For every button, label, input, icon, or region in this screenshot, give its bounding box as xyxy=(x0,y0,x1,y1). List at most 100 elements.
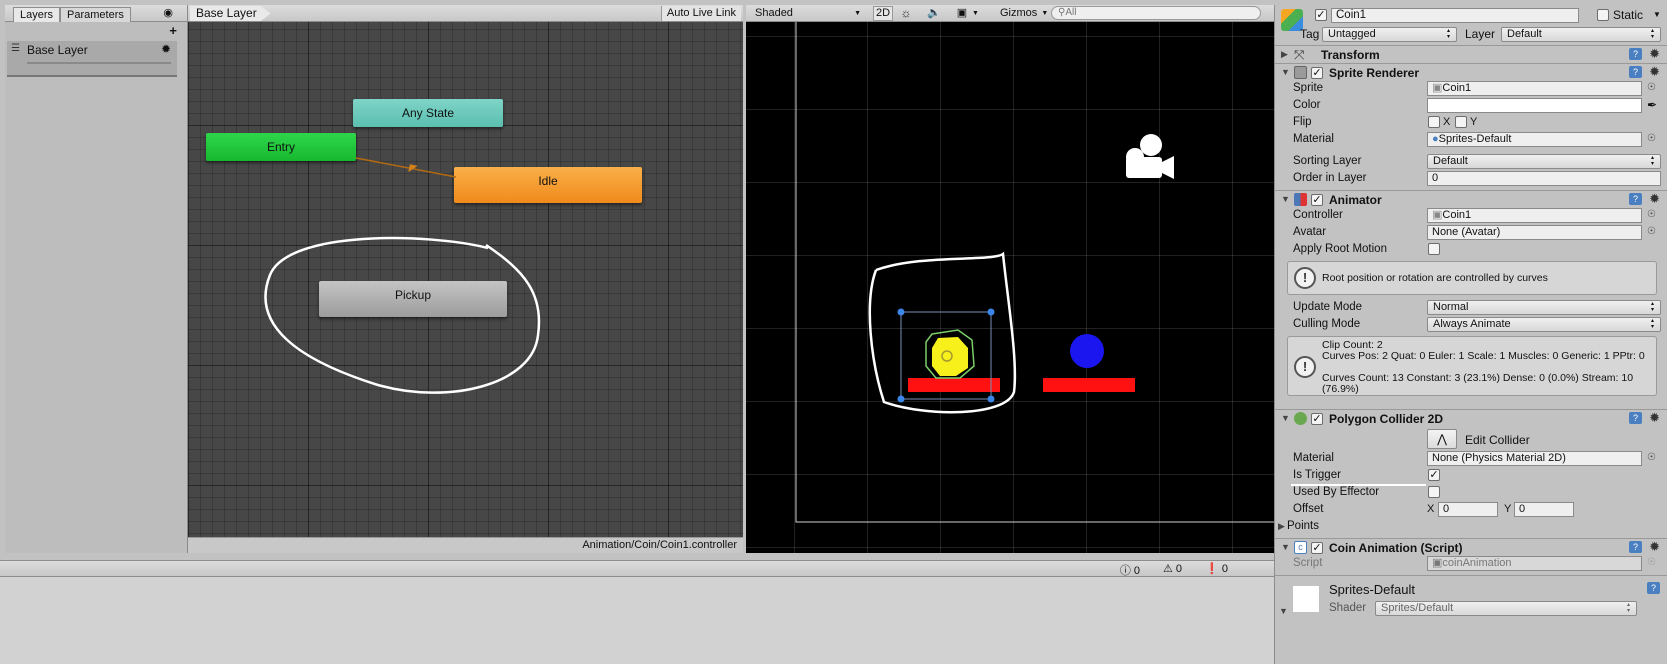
eyedropper-icon[interactable]: ✒ xyxy=(1647,98,1657,112)
culling-mode-dropdown[interactable]: Always Animate xyxy=(1427,317,1661,332)
field-label: Offset xyxy=(1293,503,1324,515)
foldout-expanded-icon[interactable]: ▼ xyxy=(1281,542,1290,552)
field-label: Material xyxy=(1293,133,1334,145)
gear-icon[interactable]: ✹ xyxy=(161,42,171,56)
eye-icon[interactable]: ◉ xyxy=(163,6,173,19)
component-coin-animation[interactable]: ▼ c ✓ Coin Animation (Script) ? ✹ xyxy=(1275,538,1667,556)
row-collider-material: Material None (Physics Material 2D) ☉ xyxy=(1275,450,1667,468)
material-field[interactable]: ●Sprites-Default xyxy=(1427,132,1642,147)
gear-icon[interactable]: ✹ xyxy=(1649,64,1660,80)
gear-icon[interactable]: ✹ xyxy=(1649,46,1660,62)
help-icon[interactable]: ? xyxy=(1629,66,1642,78)
row-culling-mode: Culling Mode Always Animate xyxy=(1275,316,1667,334)
row-points[interactable]: ▶ Points xyxy=(1275,518,1667,536)
foldout-expanded-icon[interactable]: ▼ xyxy=(1281,67,1290,77)
offset-x-field[interactable]: 0 xyxy=(1438,502,1498,517)
object-name-field[interactable]: Coin1 xyxy=(1331,8,1579,23)
update-mode-dropdown[interactable]: Normal xyxy=(1427,300,1661,315)
enabled-checkbox[interactable]: ✓ xyxy=(1311,542,1323,554)
enabled-checkbox[interactable]: ✓ xyxy=(1311,67,1323,79)
object-picker-icon[interactable]: ☉ xyxy=(1647,452,1656,463)
row-order-in-layer: Order in Layer 0 xyxy=(1275,170,1667,188)
static-dropdown-icon[interactable]: ▼ xyxy=(1653,10,1661,19)
state-any-state[interactable]: Any State xyxy=(353,99,503,127)
state-idle[interactable]: Idle xyxy=(454,167,642,203)
object-picker-icon[interactable]: ☉ xyxy=(1647,133,1656,144)
tab-parameters[interactable]: Parameters xyxy=(60,7,131,22)
console-body[interactable] xyxy=(0,577,1274,664)
gizmos-dropdown[interactable]: Gizmos ▼ xyxy=(996,6,1049,21)
foldout-expanded-icon[interactable]: ▼ xyxy=(1279,606,1288,616)
row-update-mode: Update Mode Normal xyxy=(1275,299,1667,317)
count-label: 0 xyxy=(1175,563,1182,575)
audio-icon[interactable]: 🔈 xyxy=(924,6,944,21)
physics-material-field[interactable]: None (Physics Material 2D) xyxy=(1427,451,1642,466)
script-field: ▣coinAnimation xyxy=(1427,556,1642,571)
console-warning-count[interactable]: ⚠ 0 xyxy=(1163,562,1182,575)
color-swatch[interactable] xyxy=(1427,98,1642,113)
breadcrumb[interactable]: Base Layer xyxy=(190,6,271,21)
avatar-field[interactable]: None (Avatar) xyxy=(1427,225,1642,240)
gear-icon[interactable]: ✹ xyxy=(1649,410,1660,426)
state-label: Idle xyxy=(538,174,558,188)
console-error-count[interactable]: ⓘ 0 xyxy=(1120,562,1140,578)
component-sprite-renderer[interactable]: ▼ ✓ Sprite Renderer ? ✹ xyxy=(1275,63,1667,81)
auto-live-link-button[interactable]: Auto Live Link xyxy=(660,6,741,21)
state-entry[interactable]: Entry xyxy=(206,133,356,161)
drag-handle-icon[interactable]: ☰ xyxy=(11,43,20,54)
sorting-layer-dropdown[interactable]: Default xyxy=(1427,154,1661,169)
foldout-collapsed-icon[interactable]: ▶ xyxy=(1281,49,1288,60)
help-icon[interactable]: ? xyxy=(1629,541,1642,553)
component-animator[interactable]: ▼ ✓ Animator ? ✹ xyxy=(1275,190,1667,208)
count-label: 0 xyxy=(1221,563,1228,575)
flip-x-checkbox[interactable] xyxy=(1428,116,1440,128)
layer-item-base[interactable]: ☰ Base Layer ✹ xyxy=(7,41,177,77)
effects-icon[interactable]: ▣ xyxy=(952,6,972,21)
console-toolbar: ⓘ 0 ⚠ 0 ❗ 0 xyxy=(0,560,1274,577)
component-transform[interactable]: ▶ ⤧ Transform ? ✹ xyxy=(1275,45,1667,63)
enabled-checkbox[interactable]: ✓ xyxy=(1311,413,1323,425)
scene-view[interactable] xyxy=(746,22,1274,553)
gear-icon[interactable]: ✹ xyxy=(1649,191,1660,207)
foldout-expanded-icon[interactable]: ▼ xyxy=(1281,413,1290,423)
help-icon[interactable]: ? xyxy=(1629,48,1642,60)
state-pickup[interactable]: Pickup xyxy=(319,281,507,317)
object-picker-icon[interactable]: ☉ xyxy=(1647,226,1656,237)
layer-dropdown[interactable]: Default xyxy=(1501,27,1661,42)
controller-field[interactable]: ▣Coin1 xyxy=(1427,208,1642,223)
lighting-icon[interactable]: ☼ xyxy=(896,6,916,21)
gear-icon[interactable]: ✹ xyxy=(1649,539,1660,555)
offset-y-field[interactable]: 0 xyxy=(1514,502,1574,517)
tab-layers[interactable]: Layers xyxy=(13,7,61,22)
object-picker-icon[interactable]: ☉ xyxy=(1647,82,1656,93)
shading-mode-dropdown[interactable]: Shaded ▼ xyxy=(751,6,863,21)
flip-y-checkbox[interactable] xyxy=(1455,116,1467,128)
help-icon[interactable]: ? xyxy=(1629,193,1642,205)
polygon-collider-icon xyxy=(1294,412,1307,425)
help-icon[interactable]: ? xyxy=(1647,582,1660,594)
used-by-effector-checkbox[interactable] xyxy=(1428,486,1440,498)
help-icon[interactable]: ? xyxy=(1629,412,1642,424)
tag-dropdown[interactable]: Untagged xyxy=(1322,27,1457,42)
order-in-layer-field[interactable]: 0 xyxy=(1427,171,1661,186)
row-is-trigger: Is Trigger ✓ xyxy=(1275,467,1667,486)
mode-2d-button[interactable]: 2D xyxy=(873,6,893,21)
sprite-field[interactable]: ▣Coin1 xyxy=(1427,81,1642,96)
active-checkbox[interactable]: ✓ xyxy=(1315,9,1327,21)
add-layer-button[interactable]: + xyxy=(169,23,177,38)
object-picker-icon[interactable]: ☉ xyxy=(1647,209,1656,220)
row-controller: Controller ▣Coin1 ☉ xyxy=(1275,207,1667,225)
animator-graph-canvas[interactable]: Any State Entry Idle Pickup Animation/Co… xyxy=(188,5,743,553)
is-trigger-checkbox[interactable]: ✓ xyxy=(1428,469,1440,481)
static-checkbox[interactable] xyxy=(1597,9,1609,21)
effects-dropdown-icon[interactable]: ▼ xyxy=(972,6,979,21)
console-error-count-2[interactable]: ❗ 0 xyxy=(1205,562,1228,575)
apply-root-motion-checkbox[interactable] xyxy=(1428,243,1440,255)
foldout-collapsed-icon[interactable]: ▶ xyxy=(1278,521,1285,532)
script-asset-icon: ▣ xyxy=(1432,557,1443,569)
enabled-checkbox[interactable]: ✓ xyxy=(1311,194,1323,206)
scene-search-input[interactable]: ⚲All xyxy=(1051,6,1261,20)
component-polygon-collider[interactable]: ▼ ✓ Polygon Collider 2D ? ✹ xyxy=(1275,409,1667,427)
edit-collider-button[interactable]: ⋀ xyxy=(1427,429,1457,449)
foldout-expanded-icon[interactable]: ▼ xyxy=(1281,194,1290,204)
